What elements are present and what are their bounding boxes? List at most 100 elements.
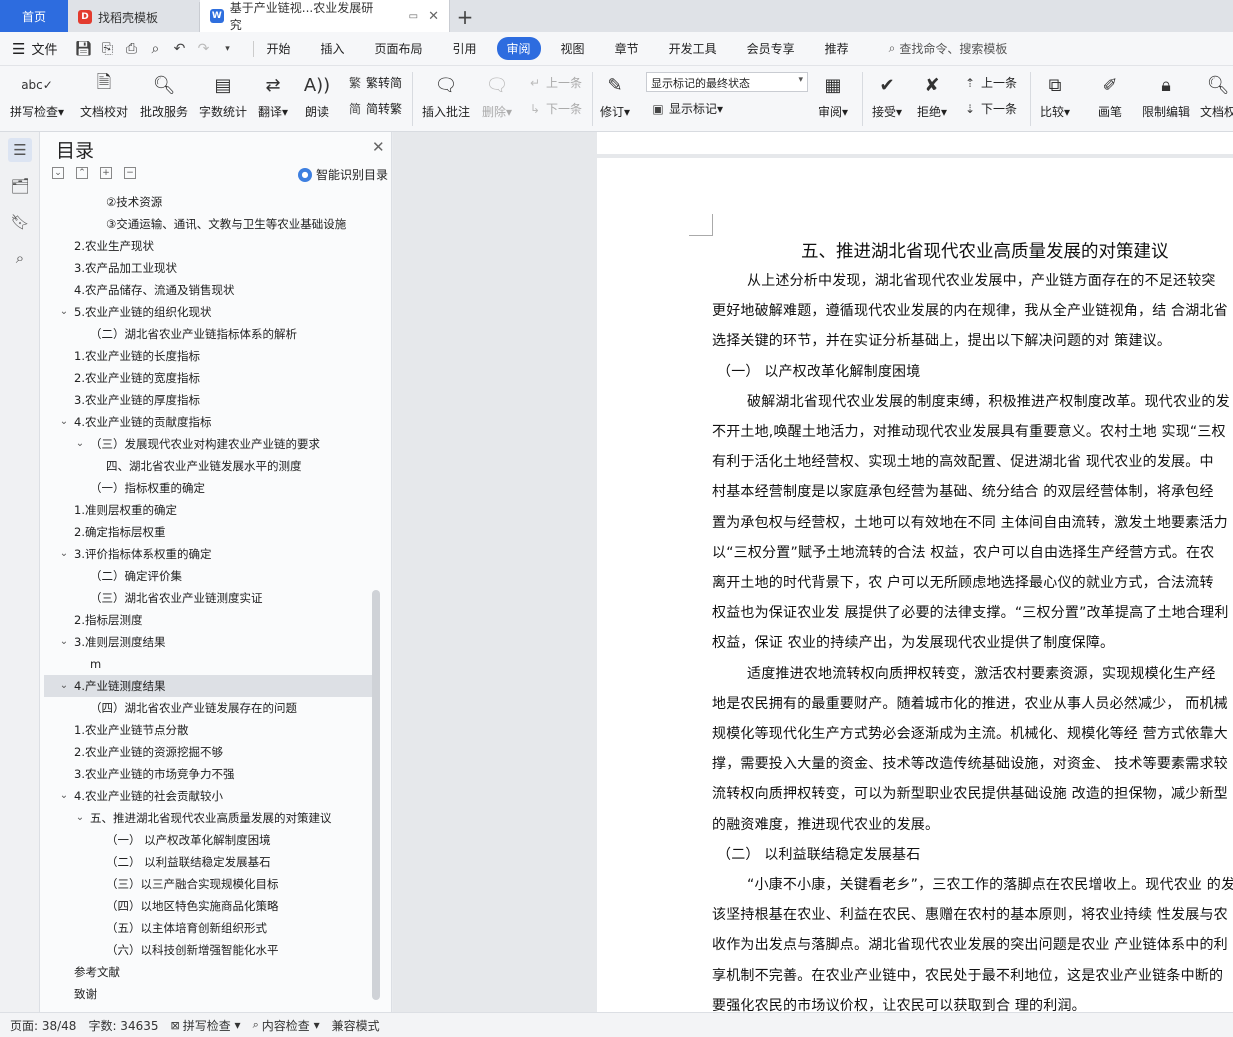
toc-item[interactable]: 2.农业生产现状	[44, 235, 374, 257]
toc-item[interactable]: ⌄ 4.产业链测度结果	[44, 675, 374, 697]
toc-item[interactable]: （四）以地区特色实施商品化策略	[44, 895, 374, 917]
toc-item[interactable]: 1.农业产业链节点分散	[44, 719, 374, 741]
doc-permission-button[interactable]: 🔍︎ 文档权	[1200, 70, 1233, 120]
toc-item[interactable]: （二）湖北省农业产业链指标体系的解析	[44, 323, 374, 345]
toc-item[interactable]: （一） 以产权改革化解制度困境	[44, 829, 374, 851]
collapse-icon[interactable]: ⌄	[52, 167, 64, 179]
track-changes-button[interactable]: ✎ 修订▾	[600, 70, 630, 120]
page-indicator[interactable]: 页面: 38/48	[10, 1017, 76, 1034]
toc-item[interactable]: 参考文献	[44, 961, 374, 983]
next-change-button[interactable]: ⇣ 下一条	[962, 100, 1017, 117]
read-aloud-button[interactable]: A)) 朗读	[303, 70, 331, 120]
prev-comment-button[interactable]: ↵ 上一条	[527, 74, 582, 91]
new-tab-button[interactable]: +	[450, 2, 480, 32]
toc-item[interactable]: （二） 以利益联结稳定发展基石	[44, 851, 374, 873]
markup-mode-select[interactable]: 显示标记的最终状态 ▾	[646, 72, 808, 92]
toc-item[interactable]: （三）以三产融合实现规模化目标	[44, 873, 374, 895]
tab-template[interactable]: D 找稻壳模板	[68, 2, 200, 32]
window-icon[interactable]: ▭	[409, 11, 418, 22]
menu-review[interactable]: 审阅	[496, 37, 541, 60]
accept-button[interactable]: ✔ 接受▾	[872, 70, 902, 120]
toc-item[interactable]: （四）湖北省农业产业链发展存在的问题	[44, 697, 374, 719]
compare-button[interactable]: ⧉ 比较▾	[1040, 70, 1070, 120]
close-icon[interactable]: ✕	[372, 138, 385, 156]
print-preview-icon[interactable]: ⌕	[145, 39, 165, 59]
menu-view[interactable]: 视图	[561, 40, 585, 57]
chevron-down-icon[interactable]: ⌄	[58, 543, 70, 565]
toc-item[interactable]: ⌄ 3.评价指标体系权重的确定	[44, 543, 374, 565]
toc-item[interactable]: 3.农业产业链的市场竞争力不强	[44, 763, 374, 785]
document-page[interactable]: 五、推进湖北省现代农业高质量发展的对策建议 从上述分析中发现，湖北省现代农业发展…	[597, 158, 1233, 1012]
command-search[interactable]: ⌕ 查找命令、搜索模板	[889, 40, 1008, 57]
close-icon[interactable]: ✕	[428, 9, 439, 24]
trad-to-simp-button[interactable]: 繁 繁转简	[347, 74, 402, 91]
toc-item[interactable]: 4.农产品储存、流通及销售现状	[44, 279, 374, 301]
delete-comment-button[interactable]: 🗨︎ 删除▾	[482, 70, 512, 120]
undo-icon[interactable]: ↶	[169, 39, 189, 59]
show-markup-button[interactable]: ▣ 显示标记 ▾	[650, 100, 723, 117]
pen-button[interactable]: ✐ 画笔	[1096, 70, 1124, 120]
export-pdf-icon[interactable]: ⎘	[97, 39, 117, 59]
chevron-down-icon[interactable]: ▾	[217, 39, 237, 59]
toc-item[interactable]: 2.确定指标层权重	[44, 521, 374, 543]
prev-change-button[interactable]: ⇡ 上一条	[962, 74, 1017, 91]
chevron-down-icon[interactable]: ⌄	[58, 785, 70, 807]
smart-toc-button[interactable]: ● 智能识别目录	[298, 166, 388, 183]
doc-proofread-button[interactable]: 🗎 文档校对	[80, 70, 128, 120]
toc-item[interactable]: ⌄ 3.准则层测度结果	[44, 631, 374, 653]
menu-insert[interactable]: 插入	[320, 40, 344, 57]
chevron-down-icon[interactable]: ⌄	[58, 301, 70, 323]
toc-item[interactable]: （二）确定评价集	[44, 565, 374, 587]
toc-item[interactable]: ③交通运输、通讯、文教与卫生等农业基础设施	[44, 213, 374, 235]
chapter-nav-icon[interactable]: 🗂︎	[8, 174, 32, 198]
menu-recommend[interactable]: 推荐	[825, 40, 849, 57]
print-icon[interactable]: ⎙	[121, 39, 141, 59]
toc-item[interactable]: 四、湖北省农业产业链发展水平的测度	[44, 455, 374, 477]
toc-item[interactable]: ⌄ 5.农业产业链的组织化现状	[44, 301, 374, 323]
add-icon[interactable]: +	[100, 167, 112, 179]
menu-chapter[interactable]: 章节	[615, 40, 639, 57]
toc-item[interactable]: 2.农业产业链的资源挖掘不够	[44, 741, 374, 763]
toc-item[interactable]: m	[44, 653, 374, 675]
menu-layout[interactable]: 页面布局	[375, 40, 423, 57]
menu-devtools[interactable]: 开发工具	[669, 40, 717, 57]
menu-start[interactable]: 开始	[266, 40, 290, 57]
restrict-edit-button[interactable]: 🔒︎ 限制编辑	[1142, 70, 1190, 120]
chevron-down-icon[interactable]: ⌄	[74, 807, 86, 829]
menu-reference[interactable]: 引用	[453, 40, 477, 57]
translate-button[interactable]: ⇄ 翻译▾	[258, 70, 288, 120]
chevron-down-icon[interactable]: ⌄	[58, 411, 70, 433]
menu-member[interactable]: 会员专享	[747, 40, 795, 57]
batch-service-button[interactable]: 🔍︎ 批改服务	[140, 70, 188, 120]
toc-item[interactable]: （一）指标权重的确定	[44, 477, 374, 499]
review-pane-button[interactable]: ▦ 审阅▾	[818, 70, 848, 120]
expand-icon[interactable]: ⌃	[76, 167, 88, 179]
toc-item[interactable]: ②技术资源	[44, 191, 374, 213]
insert-comment-button[interactable]: 🗨︎ 插入批注	[422, 70, 470, 120]
simp-to-trad-button[interactable]: 简 简转繁	[347, 100, 402, 117]
next-comment-button[interactable]: ↳ 下一条	[527, 100, 582, 117]
chevron-down-icon[interactable]: ⌄	[58, 675, 70, 697]
toc-item[interactable]: （六）以科技创新增强智能化水平	[44, 939, 374, 961]
search-icon[interactable]: ⌕	[8, 246, 32, 270]
word-count-button[interactable]: ▤ 字数统计	[199, 70, 247, 120]
tab-document[interactable]: W 基于产业链视...农业发展研究 ▭ ✕	[200, 0, 450, 32]
chevron-down-icon[interactable]: ⌄	[58, 631, 70, 653]
reject-button[interactable]: ✘ 拒绝▾	[917, 70, 947, 120]
bookmark-icon[interactable]: 🔖︎	[8, 210, 32, 234]
toc-item[interactable]: 1.农业产业链的长度指标	[44, 345, 374, 367]
outline-icon[interactable]: ☰	[8, 138, 32, 162]
spell-check-status[interactable]: ⊠ 拼写检查 ▾	[171, 1017, 241, 1034]
redo-icon[interactable]: ↷	[193, 39, 213, 59]
toc-item[interactable]: 2.指标层测度	[44, 609, 374, 631]
chevron-down-icon[interactable]: ⌄	[74, 433, 86, 455]
toc-item[interactable]: ⌄ （三）发展现代农业对构建农业产业链的要求	[44, 433, 374, 455]
toc-item[interactable]: 2.农业产业链的宽度指标	[44, 367, 374, 389]
remove-icon[interactable]: −	[124, 167, 136, 179]
toc-item[interactable]: ⌄ 五、推进湖北省现代农业高质量发展的对策建议	[44, 807, 374, 829]
tab-home[interactable]: 首页	[0, 0, 68, 32]
toc-item[interactable]: （五）以主体培育创新组织形式	[44, 917, 374, 939]
toc-item[interactable]: 致谢	[44, 983, 374, 1005]
toc-item[interactable]: 1.准则层权重的确定	[44, 499, 374, 521]
spell-check-button[interactable]: abc✓ 拼写检查▾	[10, 70, 64, 120]
